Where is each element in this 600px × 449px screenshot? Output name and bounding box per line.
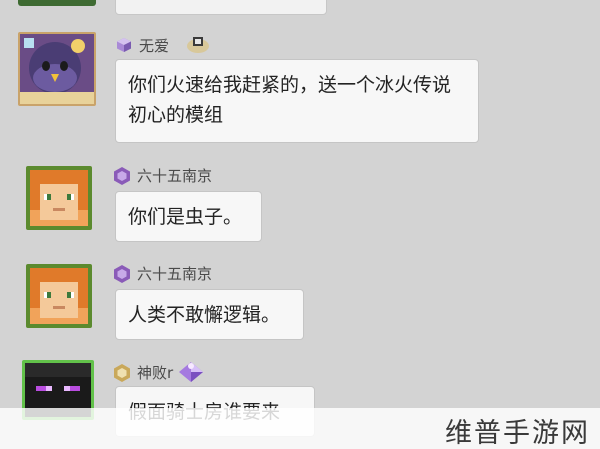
purple-hex-badge-icon xyxy=(113,166,131,185)
avatar[interactable] xyxy=(26,264,92,328)
message-bubble-partial xyxy=(115,0,327,15)
avatar-partial[interactable] xyxy=(18,0,96,6)
sender-name[interactable]: 六十五南京 xyxy=(137,165,212,186)
sender-name[interactable]: 无爱 xyxy=(139,35,169,56)
sender-name[interactable]: 神败r xyxy=(137,362,173,383)
avatar[interactable] xyxy=(18,32,96,106)
sender-row: 无爱 xyxy=(115,34,211,56)
message-bubble: 你们火速给我赶紧的，送一个冰火传说初心的模组 xyxy=(115,59,479,143)
gold-hex-badge-icon xyxy=(113,363,131,382)
sender-row: 六十五南京 xyxy=(113,262,212,284)
purple-hex-badge-icon xyxy=(113,264,131,283)
message-bubble: 你们是虫子。 xyxy=(115,191,262,242)
message-text: 你们是虫子。 xyxy=(128,206,243,228)
sender-name[interactable]: 六十五南京 xyxy=(137,263,212,284)
message-text: 你们火速给我赶紧的，送一个冰火传说初心的模组 xyxy=(128,74,452,126)
chat-area: 无爱 你们火速给我赶紧的，送一个冰火传说初心的模组 六十五南京 你们是虫子。 六… xyxy=(0,0,600,449)
message-bubble: 人类不敢懈逻辑。 xyxy=(115,289,304,340)
ornament-icon xyxy=(185,34,211,56)
avatar[interactable] xyxy=(26,166,92,230)
sender-row: 神败r xyxy=(113,361,205,383)
watermark-text: 维普手游网 xyxy=(445,418,590,449)
message-text: 人类不敢懈逻辑。 xyxy=(128,304,281,326)
sender-row: 六十五南京 xyxy=(113,164,212,186)
purple-cube-icon xyxy=(115,36,133,54)
purple-gem-icon xyxy=(177,360,205,384)
